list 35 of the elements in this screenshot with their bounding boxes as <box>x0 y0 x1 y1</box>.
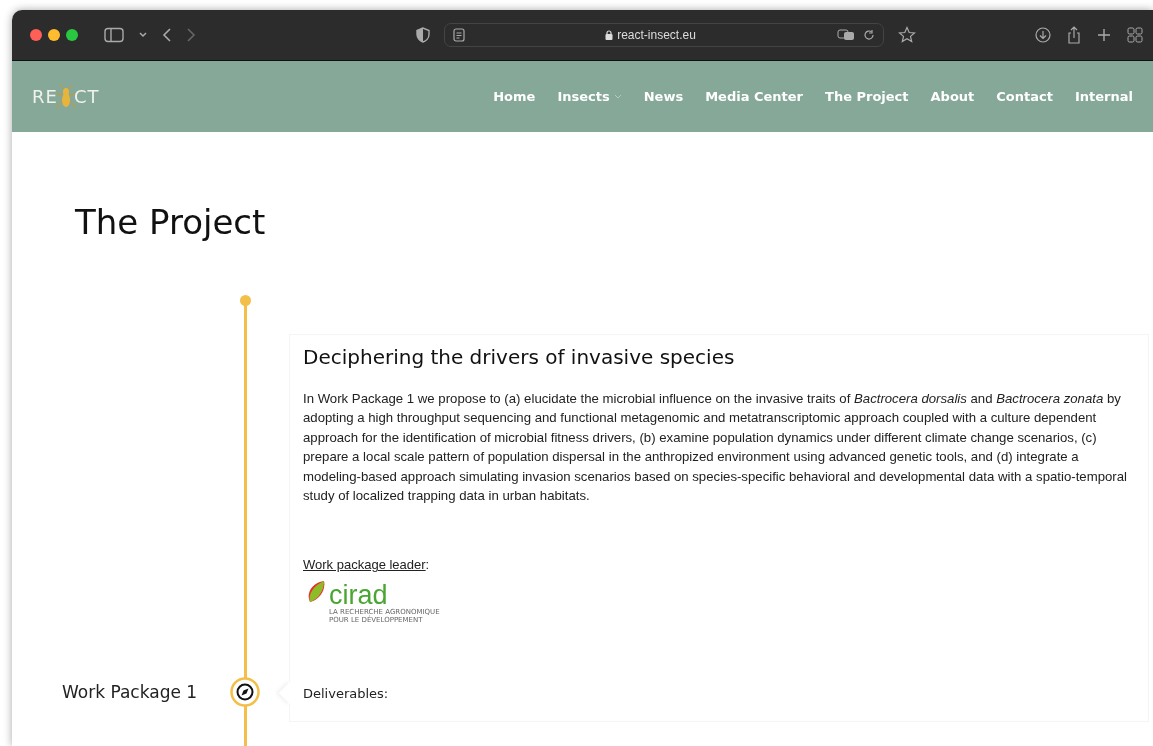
reload-icon[interactable] <box>862 29 875 41</box>
description-text: In Work Package 1 we propose to (a) elucidate the microbial influence on the invasive traits of Bactrocera dorsalis and Bactrocera zonata by adopting a high throughput sequencing and functional metagenomic and metatranscriptomic approach coupled with a culture dependent approach for the identification of microbial fitness drivers, (b) examine population dynamics under different climate change scenarios, (c) prepare a local scale pattern of population dispersal in the anthropized environment using advanced genetic tools, and (d) integrate a modeling-based approach simulating invasion scenarios based on species-specific behavioral and developmental data with a spatio-temporal study of localized trapping data in urban habitats. <box>303 390 1128 506</box>
forward-icon[interactable] <box>186 27 196 43</box>
nav-link[interactable]: Contact <box>996 89 1053 104</box>
nav-link[interactable]: Internal <box>1074 89 1133 104</box>
nav-link[interactable]: The Project <box>825 89 909 104</box>
star-icon[interactable] <box>897 26 916 44</box>
url-text: react-insect.eu <box>617 28 696 42</box>
shield-icon[interactable] <box>415 27 430 43</box>
plus-icon[interactable] <box>1097 28 1111 42</box>
section-title: Deciphering the drivers of invasive species <box>303 345 736 369</box>
window-controls[interactable] <box>30 29 78 41</box>
translate-icon[interactable] <box>836 29 855 41</box>
site-logo[interactable]: RE CT <box>32 83 100 110</box>
sidebar-icon[interactable] <box>104 27 124 43</box>
compass-icon <box>230 677 260 707</box>
colon-text: : <box>425 557 430 573</box>
deliverables-label: Deliverables: <box>303 686 390 702</box>
share-icon[interactable] <box>1067 26 1081 44</box>
nav-link[interactable]: Insects <box>557 89 622 104</box>
nav-link[interactable]: Media Center <box>705 89 803 104</box>
timeline-dot <box>240 295 251 306</box>
timeline-label: Work Package 1 <box>62 682 198 702</box>
nav-link[interactable]: About <box>930 89 975 104</box>
page-title: The Project <box>75 202 267 242</box>
reader-icon[interactable] <box>452 28 465 42</box>
download-icon[interactable] <box>1035 27 1051 43</box>
chevron-down-icon[interactable] <box>138 31 148 39</box>
nav-link[interactable]: News <box>643 89 684 104</box>
address-bar[interactable]: react-insect.eu <box>443 23 884 47</box>
back-icon[interactable] <box>162 27 172 43</box>
lock-icon[interactable] <box>605 30 614 40</box>
tabs-grid-icon[interactable] <box>1127 27 1143 43</box>
leader-label[interactable]: Work package leader <box>303 557 426 573</box>
nav-link[interactable]: Home <box>493 89 536 104</box>
